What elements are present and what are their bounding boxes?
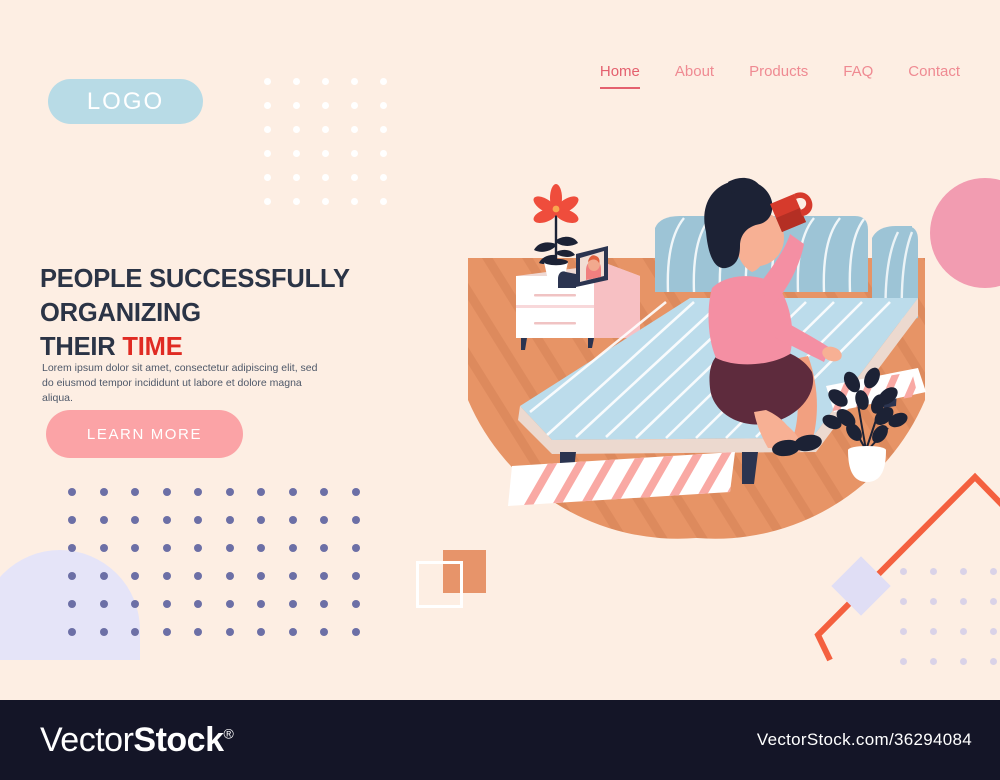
page-title: PEOPLE SUCCESSFULLY ORGANIZING THEIR TIM… bbox=[40, 263, 480, 365]
headline-accent-word: TIME bbox=[122, 332, 183, 361]
nav-item-about[interactable]: About bbox=[675, 63, 714, 87]
nav-item-contact[interactable]: Contact bbox=[908, 63, 960, 87]
registered-mark: ® bbox=[223, 725, 234, 742]
headline-line-1: PEOPLE SUCCESSFULLY ORGANIZING bbox=[40, 265, 350, 327]
watermark-footer: VectorStock® VectorStock.com/36294084 bbox=[0, 700, 1000, 780]
headline-line-2: THEIR bbox=[40, 332, 123, 361]
main-navigation: Home About Products FAQ Contact bbox=[599, 63, 960, 89]
nav-item-home[interactable]: Home bbox=[599, 63, 640, 89]
logo-badge[interactable]: LOGO bbox=[48, 79, 203, 124]
logo-text: LOGO bbox=[86, 87, 165, 115]
hero-description: Lorem ipsum dolor sit amet, consectetur … bbox=[42, 362, 318, 405]
page-root: LOGO Home About Products FAQ Contact PEO… bbox=[0, 0, 1000, 780]
nav-item-faq[interactable]: FAQ bbox=[843, 63, 873, 87]
brand-bold: Stock bbox=[133, 720, 224, 759]
brand-thin: Vector bbox=[40, 720, 134, 759]
vectorstock-logo: VectorStock® bbox=[40, 721, 234, 760]
hero-canvas: LOGO Home About Products FAQ Contact PEO… bbox=[0, 0, 1000, 700]
nav-item-products[interactable]: Products bbox=[749, 63, 808, 87]
learn-more-button[interactable]: LEARN MORE bbox=[46, 410, 243, 458]
vectorstock-url: VectorStock.com/36294084 bbox=[756, 730, 972, 749]
